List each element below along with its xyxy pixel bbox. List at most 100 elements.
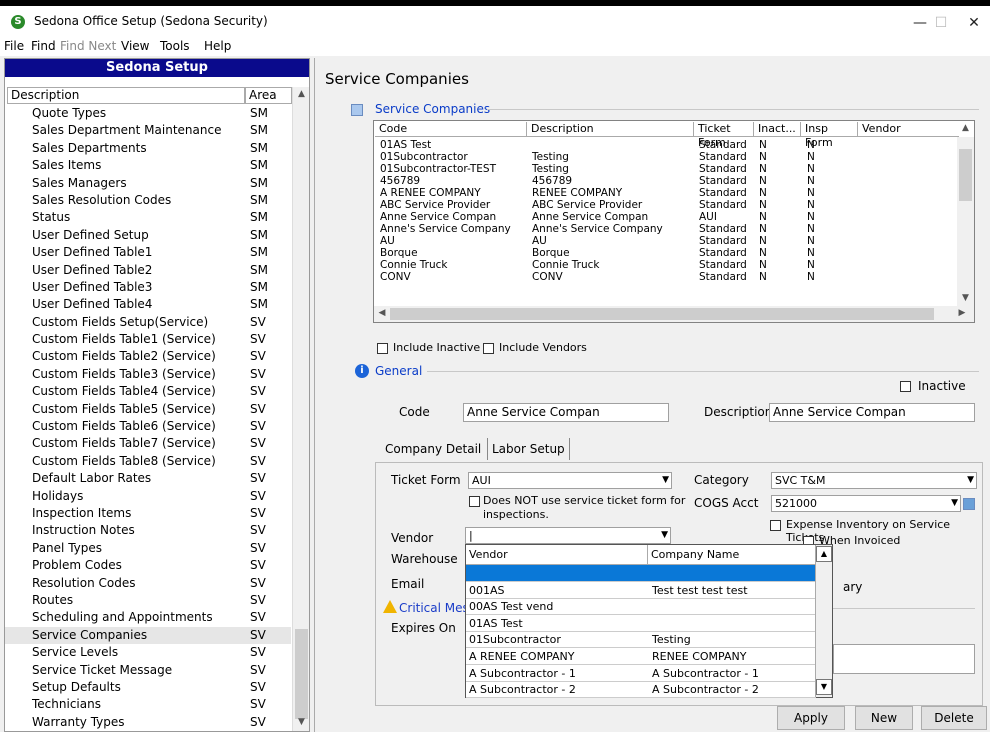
- list-item[interactable]: Scheduling and Appointments SV: [5, 609, 291, 626]
- menu-file[interactable]: File: [4, 39, 24, 53]
- grid-scroll-left-icon[interactable]: ◀: [376, 308, 388, 318]
- list-item[interactable]: Sales Department Maintenance SM: [5, 122, 291, 139]
- setup-list-scrollbar[interactable]: ▲ ▼: [292, 87, 309, 731]
- maximize-button[interactable]: ☐: [929, 11, 953, 35]
- tab-company-detail[interactable]: Company Detail: [381, 438, 486, 460]
- table-row[interactable]: 456789 456789 Standard N N: [374, 175, 954, 187]
- apply-button[interactable]: Apply: [777, 706, 845, 730]
- list-item[interactable]: 001AS Test test test test: [466, 582, 816, 599]
- grid-vertical-scrollbar[interactable]: ▲ ▼: [957, 123, 974, 307]
- table-row[interactable]: ABC Service Provider ABC Service Provider…: [374, 199, 954, 211]
- table-row[interactable]: CONV CONV Standard N N: [374, 271, 954, 283]
- scroll-up-icon[interactable]: ▲: [293, 89, 310, 99]
- description-input[interactable]: Anne Service Compan: [769, 403, 975, 422]
- list-item[interactable]: User Defined Table2 SM: [5, 262, 291, 279]
- table-row[interactable]: A RENEE COMPANY RENEE COMPANY Standard N N: [374, 187, 954, 199]
- list-item[interactable]: 01Subcontractor Testing: [466, 631, 816, 649]
- list-item[interactable]: A Subcontractor - 1 A Subcontractor - 1: [466, 665, 816, 682]
- list-item[interactable]: Custom Fields Table3 (Service) SV: [5, 366, 291, 383]
- list-item[interactable]: Service Companies SV: [5, 626, 291, 645]
- list-item[interactable]: Routes SV: [5, 592, 291, 609]
- list-item[interactable]: User Defined Table1 SM: [5, 244, 291, 261]
- vendor-dropdown[interactable]: | ▼: [465, 527, 671, 544]
- table-row[interactable]: Anne Service Compan Anne Service Compan AU…: [374, 211, 954, 223]
- list-item[interactable]: Sales Departments SM: [5, 140, 291, 157]
- column-header-area[interactable]: Area: [245, 87, 292, 104]
- list-item[interactable]: Problem Codes SV: [5, 557, 291, 574]
- chevron-down-icon[interactable]: ▼: [661, 528, 668, 543]
- table-row[interactable]: AU AU Standard N N: [374, 235, 954, 247]
- list-item[interactable]: A RENEE COMPANY RENEE COMPANY: [466, 648, 816, 665]
- list-item[interactable]: User Defined Table3 SM: [5, 279, 291, 296]
- list-item[interactable]: Custom Fields Table8 (Service) SV: [5, 453, 291, 470]
- inactive-checkbox[interactable]: [900, 381, 911, 392]
- menu-find[interactable]: Find: [31, 39, 56, 53]
- grid-scroll-right-icon[interactable]: ▶: [956, 308, 968, 318]
- include-inactive-checkbox[interactable]: [377, 343, 388, 354]
- ticket-form-dropdown[interactable]: AUI ▼: [468, 472, 672, 489]
- grid-header-ticket-form[interactable]: Ticket Form: [694, 122, 754, 149]
- table-row[interactable]: Anne's Service Company Anne's Service Com…: [374, 223, 954, 235]
- list-item[interactable]: Default Labor Rates SV: [5, 470, 291, 487]
- scrollbar-thumb[interactable]: [295, 629, 308, 719]
- notes-textarea[interactable]: [833, 644, 975, 674]
- include-vendors-checkbox[interactable]: [483, 343, 494, 354]
- category-dropdown[interactable]: SVC T&M ▼: [771, 472, 977, 489]
- new-button[interactable]: New: [855, 706, 913, 730]
- grid-header-code[interactable]: Code: [375, 122, 527, 137]
- grid-hscroll-thumb[interactable]: [390, 308, 934, 320]
- table-row[interactable]: 01AS Test Standard N N: [374, 139, 954, 151]
- menu-help[interactable]: Help: [204, 39, 231, 53]
- menu-view[interactable]: View: [121, 39, 149, 53]
- table-row[interactable]: 01Subcontractor Testing Standard N N: [374, 151, 954, 163]
- list-item[interactable]: Sales Resolution Codes SM: [5, 192, 291, 209]
- popup-header-vendor[interactable]: Vendor: [466, 545, 648, 565]
- grid-horizontal-scrollbar[interactable]: ◀ ▶: [374, 306, 974, 322]
- menu-find-next[interactable]: Find Next: [60, 39, 116, 53]
- expense-inventory-checkbox[interactable]: [770, 520, 781, 531]
- code-input[interactable]: Anne Service Compan: [463, 403, 669, 422]
- list-item[interactable]: Setup Defaults SV: [5, 679, 291, 696]
- vendor-dropdown-list[interactable]: Vendor Company Name 001AS Test test test …: [465, 544, 833, 699]
- book-icon[interactable]: [963, 498, 975, 510]
- not-use-ticket-form-checkbox[interactable]: [469, 496, 480, 507]
- list-item[interactable]: Quote Types SM: [5, 105, 291, 122]
- list-item[interactable]: Sales Managers SM: [5, 175, 291, 192]
- list-item[interactable]: Custom Fields Table2 (Service) SV: [5, 348, 291, 365]
- list-item[interactable]: Custom Fields Table6 (Service) SV: [5, 418, 291, 435]
- list-item[interactable]: Resolution Codes SV: [5, 575, 291, 592]
- close-button[interactable]: ✕: [962, 11, 986, 35]
- list-item[interactable]: Custom Fields Table7 (Service) SV: [5, 435, 291, 452]
- table-row[interactable]: 01Subcontractor-TEST Testing Standard N N: [374, 163, 954, 175]
- list-item[interactable]: User Defined Table4 SM: [5, 296, 291, 313]
- list-item[interactable]: Custom Fields Table4 (Service) SV: [5, 383, 291, 400]
- column-header-description[interactable]: Description: [7, 87, 245, 104]
- delete-button[interactable]: Delete: [921, 706, 987, 730]
- list-item[interactable]: Service Ticket Message SV: [5, 662, 291, 679]
- list-item[interactable]: User Defined Setup SM: [5, 227, 291, 244]
- list-item[interactable]: Custom Fields Table1 (Service) SV: [5, 331, 291, 348]
- list-item[interactable]: Service Levels SV: [5, 644, 291, 661]
- list-item[interactable]: Custom Fields Table5 (Service) SV: [5, 401, 291, 418]
- table-row[interactable]: Connie Truck Connie Truck Standard N N: [374, 259, 954, 271]
- list-item[interactable]: Status SM: [5, 209, 291, 226]
- list-item[interactable]: 01AS Test: [466, 615, 816, 632]
- popup-header-company-name[interactable]: Company Name: [648, 545, 816, 565]
- list-item[interactable]: Sales Items SM: [5, 157, 291, 174]
- grid-header-description[interactable]: Description: [527, 122, 694, 137]
- cogs-acct-dropdown[interactable]: 521000 ▼: [771, 495, 961, 512]
- scroll-up-icon[interactable]: ▲: [816, 546, 832, 562]
- table-row[interactable]: Borque Borque Standard N N: [374, 247, 954, 259]
- grid-scroll-thumb[interactable]: [959, 149, 972, 201]
- list-item[interactable]: A Subcontractor - 2 A Subcontractor - 2: [466, 681, 816, 699]
- list-item[interactable]: Holidays SV: [5, 488, 291, 505]
- list-item[interactable]: Technicians SV: [5, 696, 291, 713]
- chevron-down-icon[interactable]: ▼: [967, 473, 974, 488]
- list-item[interactable]: [466, 565, 816, 582]
- list-item[interactable]: Inspection Items SV: [5, 505, 291, 522]
- scroll-down-icon[interactable]: ▼: [293, 717, 310, 727]
- grid-scroll-up-icon[interactable]: ▲: [957, 123, 974, 133]
- grid-header-inactive[interactable]: Inact...: [754, 122, 801, 137]
- popup-scrollbar[interactable]: ▲ ▼: [815, 545, 832, 697]
- grid-header-vendor[interactable]: Vendor: [858, 122, 959, 137]
